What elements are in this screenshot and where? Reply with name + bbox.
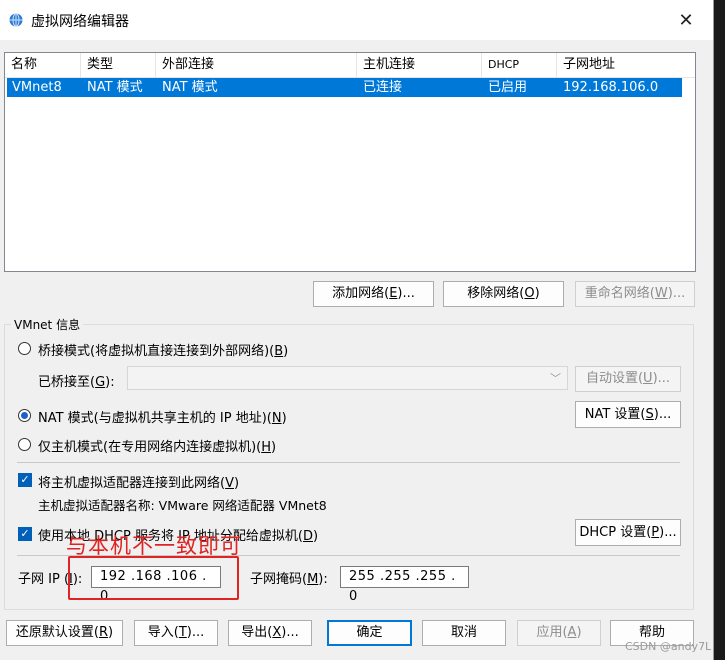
network-list[interactable]: 名称 类型 外部连接 主机连接 DHCP 子网地址 VMnet8 NAT 模式 … [4,52,696,272]
adapter-name-text: 主机虚拟适配器名称: VMware 网络适配器 VMnet8 [38,498,327,513]
nat-mode-radio[interactable] [18,409,31,422]
dhcp-settings-button[interactable]: DHCP 设置(P)... [575,519,681,546]
cancel-button[interactable]: 取消 [422,620,506,646]
host-only-radio[interactable] [18,438,31,451]
import-button[interactable]: 导入(T)... [134,620,218,646]
subnet-mask-input[interactable]: 255 .255 .255 . 0 [340,566,469,604]
connect-adapter-label[interactable]: 将主机虚拟适配器连接到此网络(V) [38,472,239,491]
close-icon: ✕ [678,10,694,31]
column-header-subnet[interactable]: 子网地址 [557,53,695,77]
annotation-highlight-box [68,556,239,600]
cell-external: NAT 模式 [162,80,218,95]
list-header: 名称 类型 外部连接 主机连接 DHCP 子网地址 [5,53,695,78]
window-title: 虚拟网络编辑器 [31,14,129,30]
bridged-to-label: 已桥接至(G): [38,375,115,390]
network-globe-icon [9,13,23,27]
rename-network-button[interactable]: 重命名网络(W)... [575,281,695,307]
add-network-button[interactable]: 添加网络(E)... [313,281,434,307]
subnet-mask-label: 子网掩码(M): [250,572,328,587]
bridge-mode-label[interactable]: 桥接模式(将虚拟机直接连接到外部网络)(B) [38,340,288,359]
cell-subnet: 192.168.106.0 [563,80,659,95]
apply-button[interactable]: 应用(A) [517,620,601,646]
export-button[interactable]: 导出(X)... [228,620,312,646]
cell-type: NAT 模式 [87,80,143,95]
column-header-dhcp[interactable]: DHCP [482,53,557,77]
column-header-type[interactable]: 类型 [81,53,156,77]
use-dhcp-checkbox[interactable]: ✓ [18,527,32,541]
virtual-network-editor-window: 虚拟网络编辑器 ✕ 名称 类型 外部连接 主机连接 DHCP 子网地址 VMne… [0,0,714,660]
cell-dhcp: 已启用 [488,80,528,95]
column-header-external[interactable]: 外部连接 [156,53,357,77]
ok-button[interactable]: 确定 [327,620,412,646]
cell-name: VMnet8 [12,80,62,95]
remove-network-button[interactable]: 移除网络(O) [443,281,564,307]
column-header-name[interactable]: 名称 [5,53,81,77]
divider [17,462,680,463]
title-bar: 虚拟网络编辑器 ✕ [0,0,713,40]
cell-host: 已连接 [363,80,403,95]
nat-settings-button[interactable]: NAT 设置(S)... [575,401,681,428]
bridged-to-select[interactable]: ﹀ [127,366,568,390]
watermark-text: CSDN @andy7L [625,640,712,653]
chevron-down-icon: ﹀ [550,372,561,385]
bridge-mode-radio[interactable] [18,342,31,355]
nat-mode-label[interactable]: NAT 模式(与虚拟机共享主机的 IP 地址)(N) [38,407,287,426]
auto-settings-button[interactable]: 自动设置(U)... [575,366,681,392]
table-row[interactable]: VMnet8 NAT 模式 NAT 模式 已连接 已启用 192.168.106… [7,78,682,97]
host-only-label[interactable]: 仅主机模式(在专用网络内连接虚拟机)(H) [38,436,276,455]
close-button[interactable]: ✕ [664,6,708,36]
column-header-host[interactable]: 主机连接 [357,53,482,77]
annotation-text: 与本机不一致即可 [66,534,242,558]
connect-adapter-checkbox[interactable]: ✓ [18,473,32,487]
restore-defaults-button[interactable]: 还原默认设置(R) [6,620,123,646]
vmnet-info-label: VMnet 信息 [11,316,84,333]
